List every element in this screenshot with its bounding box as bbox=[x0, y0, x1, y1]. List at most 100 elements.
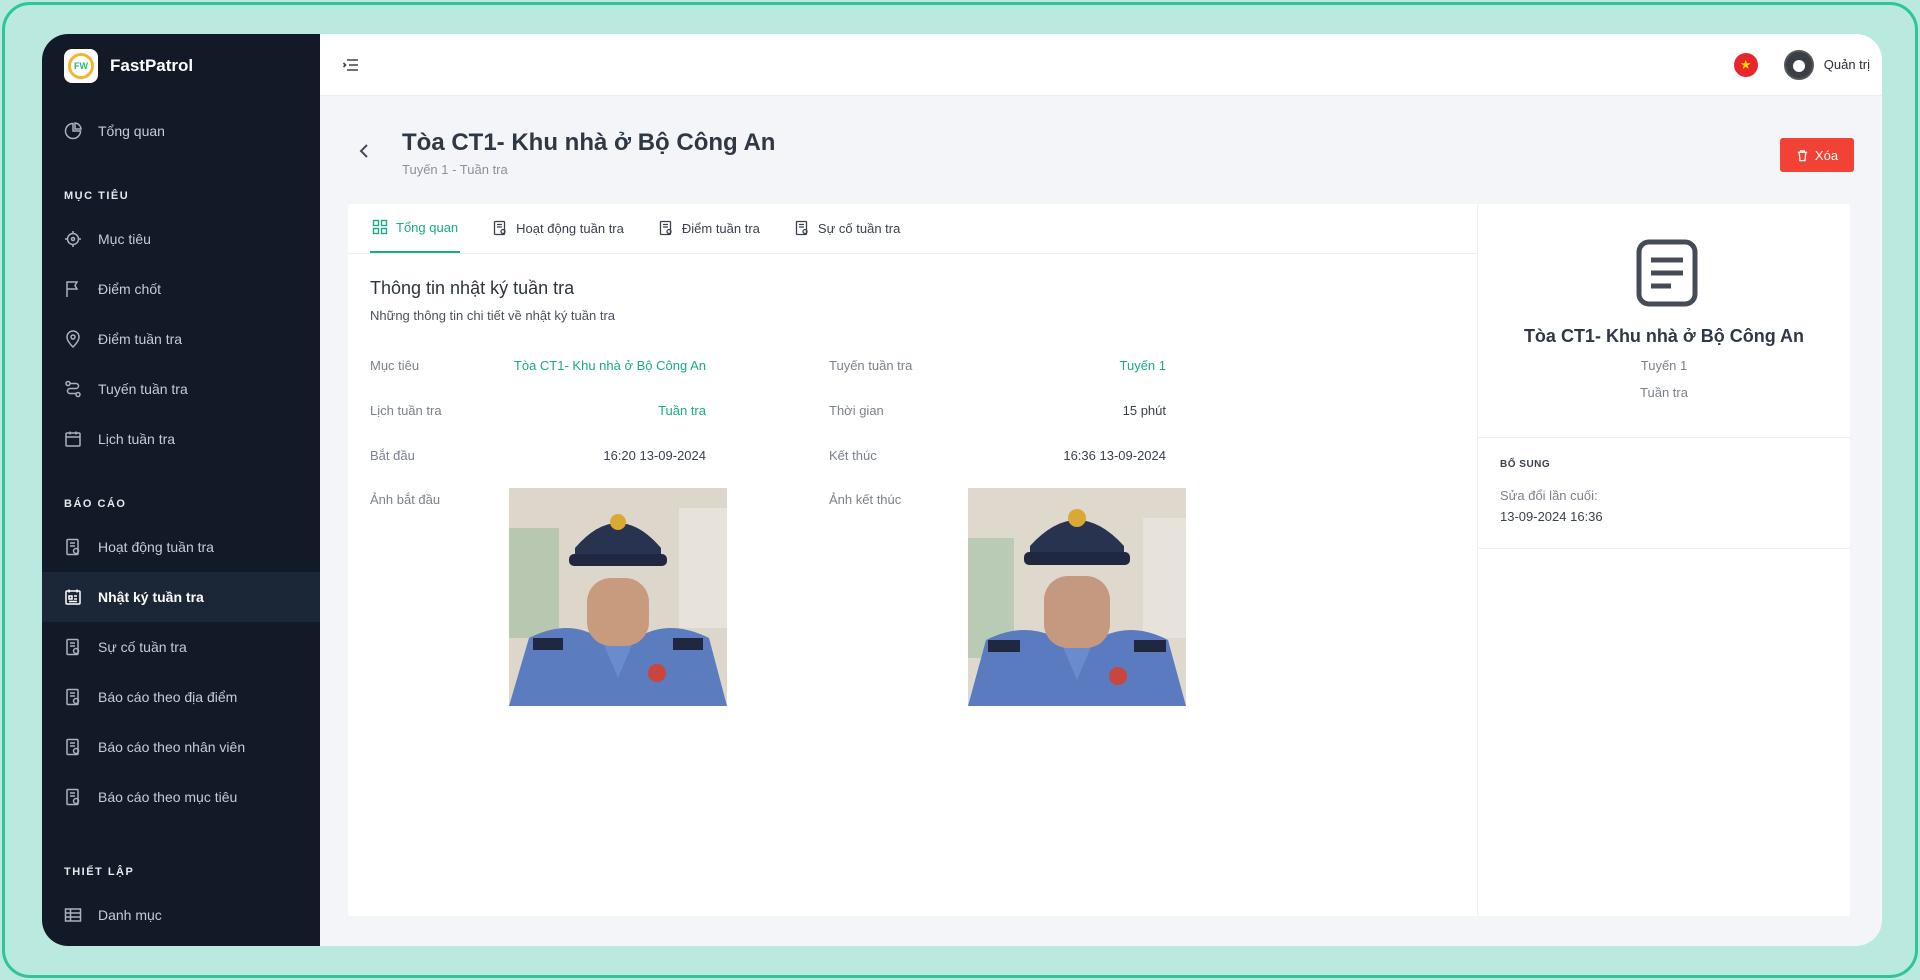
end-photo-label: Ảnh kết thúc bbox=[829, 492, 902, 507]
report-icon bbox=[494, 220, 506, 236]
tab-label: Tổng quan bbox=[396, 219, 459, 235]
avatar[interactable] bbox=[1783, 49, 1814, 80]
section-description: Những thông tin chi tiết về nhật ký tuần… bbox=[370, 308, 616, 323]
delete-button-label: Xóa bbox=[1814, 147, 1839, 163]
brand-logo-mark: FW bbox=[68, 53, 94, 79]
sidebar-item-label: Báo cáo theo địa điểm bbox=[98, 689, 238, 705]
tab-bar: Tổng quan Hoạt động tuần tra Điểm tuần t… bbox=[348, 204, 1477, 254]
menu-toggle-icon[interactable] bbox=[342, 56, 360, 74]
pie-chart-icon bbox=[64, 122, 82, 140]
summary-pane: Tòa CT1- Khu nhà ở Bộ Công An Tuyến 1 Tu… bbox=[1478, 204, 1850, 916]
divider bbox=[1478, 437, 1850, 438]
sidebar-item-report-employee[interactable]: Báo cáo theo nhân viên bbox=[42, 722, 320, 772]
sidebar-item-report-target[interactable]: Báo cáo theo mục tiêu bbox=[42, 772, 320, 822]
page-header: Tòa CT1- Khu nhà ở Bộ Công An Tuyến 1 - … bbox=[320, 96, 1882, 206]
flag-icon bbox=[64, 280, 82, 298]
detail-pane: Tổng quan Hoạt động tuần tra Điểm tuần t… bbox=[348, 204, 1478, 916]
map-pin-icon bbox=[64, 330, 82, 348]
summary-title: Tòa CT1- Khu nhà ở Bộ Công An bbox=[1523, 326, 1805, 346]
duration-value: 15 phút bbox=[1122, 403, 1166, 418]
schedule-label: Lịch tuần tra bbox=[370, 403, 442, 418]
content-card: Tổng quan Hoạt động tuần tra Điểm tuần t… bbox=[348, 204, 1850, 916]
tab-patrol-points[interactable]: Điểm tuần tra bbox=[656, 203, 762, 253]
sidebar: FW FastPatrol Tổng quan MỤC TIÊU Mục tiê… bbox=[42, 34, 320, 946]
sidebar-item-label: Báo cáo theo nhân viên bbox=[98, 739, 246, 755]
start-photo[interactable] bbox=[509, 488, 727, 706]
last-modified-value: 13-09-2024 16:36 bbox=[1500, 509, 1603, 524]
brand[interactable]: FW FastPatrol bbox=[42, 34, 320, 98]
sidebar-item-catalog[interactable]: Danh mục bbox=[42, 890, 320, 940]
sidebar-item-label: Mục tiêu bbox=[98, 231, 151, 247]
table-icon bbox=[64, 906, 82, 924]
sidebar-item-label: Nhật ký tuần tra bbox=[98, 589, 204, 605]
route-icon bbox=[64, 380, 82, 398]
main-content: ★ Quản trị Tòa CT1- Khu nhà ở Bộ Công An… bbox=[320, 34, 1882, 946]
target-label: Mục tiêu bbox=[370, 358, 420, 373]
sidebar-item-patrol-activity[interactable]: Hoạt động tuần tra bbox=[42, 522, 320, 572]
summary-schedule: Tuần tra bbox=[1640, 385, 1688, 400]
sidebar-item-patrol-schedule[interactable]: Lịch tuần tra bbox=[42, 414, 320, 464]
duration-label: Thời gian bbox=[829, 403, 884, 418]
divider bbox=[1478, 548, 1850, 549]
sidebar-item-patrol-point[interactable]: Điểm tuần tra bbox=[42, 314, 320, 364]
report-icon bbox=[64, 788, 82, 806]
start-label: Bắt đầu bbox=[370, 448, 415, 463]
tab-label: Sự cố tuần tra bbox=[817, 220, 901, 236]
target-icon bbox=[64, 230, 82, 248]
sidebar-item-overview[interactable]: Tổng quan bbox=[42, 106, 320, 156]
tab-overview[interactable]: Tổng quan bbox=[370, 203, 461, 253]
tab-label: Điểm tuần tra bbox=[681, 220, 760, 236]
sidebar-item-patrol-incident[interactable]: Sự cố tuần tra bbox=[42, 622, 320, 672]
sidebar-item-label: Sự cố tuần tra bbox=[98, 639, 187, 655]
sidebar-item-label: Danh mục bbox=[98, 907, 162, 923]
sidebar-item-label: Điểm tuần tra bbox=[98, 331, 183, 347]
trash-icon bbox=[1797, 149, 1808, 161]
vietnam-flag-icon[interactable]: ★ bbox=[1733, 52, 1758, 77]
sidebar-section-title: MỤC TIÊU bbox=[64, 190, 130, 202]
tab-label: Hoạt động tuần tra bbox=[516, 220, 624, 236]
report-icon bbox=[795, 220, 808, 236]
last-modified-label: Sửa đổi lần cuối: bbox=[1500, 488, 1598, 503]
sidebar-item-label: Tổng quan bbox=[98, 123, 165, 139]
avatar-head bbox=[1792, 59, 1805, 72]
sidebar-item-target[interactable]: Mục tiêu bbox=[42, 214, 320, 264]
end-label: Kết thúc bbox=[829, 448, 877, 463]
back-chevron-icon[interactable] bbox=[356, 140, 372, 162]
journal-icon bbox=[64, 588, 82, 606]
sidebar-item-label: Lịch tuần tra bbox=[98, 431, 176, 447]
sidebar-item-patrol-journal[interactable]: Nhật ký tuần tra bbox=[42, 572, 320, 622]
calendar-icon bbox=[64, 430, 82, 448]
sidebar-item-report-location[interactable]: Báo cáo theo địa điểm bbox=[42, 672, 320, 722]
dashboard-icon bbox=[372, 219, 388, 235]
target-value-link[interactable]: Tòa CT1- Khu nhà ở Bộ Công An bbox=[488, 358, 706, 373]
sidebar-item-label: Hoạt động tuần tra bbox=[98, 539, 214, 555]
brand-name: FastPatrol bbox=[110, 56, 194, 75]
sidebar-item-checkpoint[interactable]: Điểm chốt bbox=[42, 264, 320, 314]
summary-route: Tuyến 1 bbox=[1640, 358, 1688, 373]
username[interactable]: Quản trị bbox=[1824, 57, 1870, 72]
route-value-link[interactable]: Tuyến 1 bbox=[948, 358, 1167, 373]
app-window: FW FastPatrol Tổng quan MỤC TIÊU Mục tiê… bbox=[42, 34, 1882, 946]
sidebar-item-label: Điểm chốt bbox=[98, 281, 162, 297]
page-title: Tòa CT1- Khu nhà ở Bộ Công An bbox=[402, 129, 776, 156]
document-icon bbox=[1636, 239, 1698, 307]
end-value: 16:36 13-09-2024 bbox=[1063, 448, 1166, 463]
topbar: ★ Quản trị bbox=[320, 34, 1882, 96]
sidebar-item-label: Tuyến tuần tra bbox=[98, 381, 188, 397]
page-subtitle: Tuyến 1 - Tuần tra bbox=[402, 162, 508, 177]
sidebar-item-label: Báo cáo theo mục tiêu bbox=[98, 789, 238, 805]
tab-patrol-activity[interactable]: Hoạt động tuần tra bbox=[490, 203, 626, 253]
start-value: 16:20 13-09-2024 bbox=[603, 448, 706, 463]
sidebar-section-title: THIẾT LẬP bbox=[64, 866, 135, 878]
report-icon bbox=[64, 638, 82, 656]
sidebar-item-patrol-route[interactable]: Tuyến tuần tra bbox=[42, 364, 320, 414]
report-icon bbox=[659, 220, 672, 236]
brand-logo: FW bbox=[64, 49, 98, 83]
report-icon bbox=[64, 738, 82, 756]
route-label: Tuyến tuần tra bbox=[829, 358, 913, 373]
end-photo[interactable] bbox=[968, 488, 1186, 706]
section-heading: Thông tin nhật ký tuần tra bbox=[370, 278, 575, 298]
schedule-value-link[interactable]: Tuần tra bbox=[488, 403, 706, 418]
tab-patrol-incidents[interactable]: Sự cố tuần tra bbox=[792, 203, 902, 253]
delete-button[interactable]: Xóa bbox=[1780, 138, 1854, 172]
